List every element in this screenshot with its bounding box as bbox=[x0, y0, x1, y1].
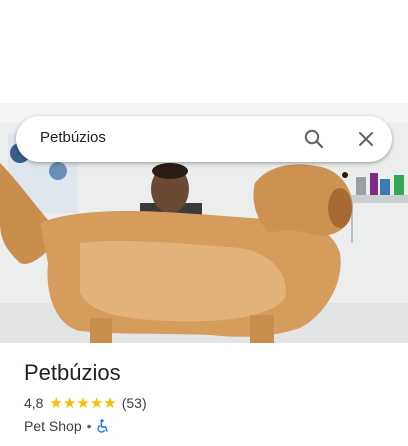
star-icon: ★ bbox=[62, 394, 77, 412]
review-count[interactable]: (53) bbox=[122, 395, 147, 411]
place-title: Petbúzios bbox=[24, 360, 121, 385]
rating-value: 4,8 bbox=[24, 395, 44, 411]
top-blank-area bbox=[0, 0, 408, 103]
wheelchair-accessible-icon bbox=[96, 419, 109, 433]
close-icon[interactable] bbox=[355, 128, 377, 150]
category-row: Pet Shop • bbox=[24, 418, 394, 434]
search-query[interactable]: Petbúzios bbox=[40, 129, 106, 146]
search-bar[interactable]: Petbúzios bbox=[16, 116, 392, 162]
place-info-panel: Petbúzios 4,8 ★ ★ ★ ★ ★ (53) Pet Shop • bbox=[24, 360, 394, 434]
star-rating: ★ ★ ★ ★ ★ bbox=[49, 396, 116, 411]
star-icon: ★ bbox=[76, 394, 90, 412]
rating-row[interactable]: 4,8 ★ ★ ★ ★ ★ (53) bbox=[24, 394, 394, 412]
place-category: Pet Shop bbox=[24, 418, 82, 434]
separator-dot: • bbox=[86, 418, 92, 434]
search-icon[interactable] bbox=[303, 128, 325, 150]
star-icon: ★ bbox=[89, 394, 104, 412]
star-icon: ★ bbox=[49, 394, 63, 412]
star-icon: ★ bbox=[103, 394, 117, 412]
